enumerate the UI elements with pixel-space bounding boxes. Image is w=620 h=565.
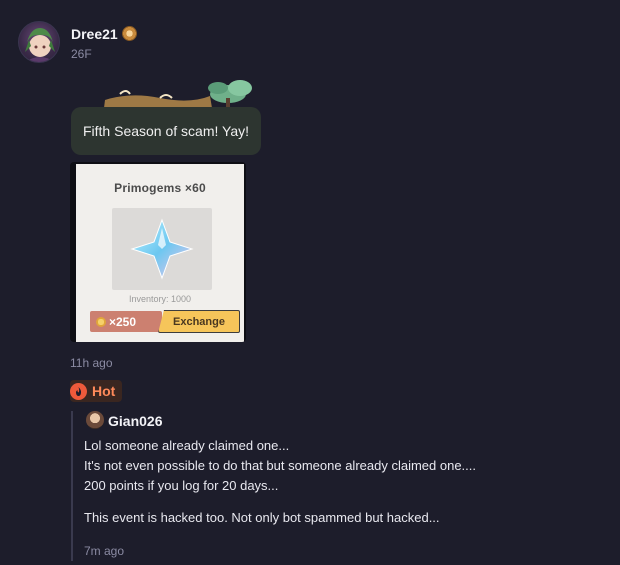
- post-username[interactable]: Dree21: [71, 26, 118, 42]
- reply-username[interactable]: Gian026: [108, 413, 162, 429]
- coin-icon: [96, 316, 106, 327]
- avatar[interactable]: [18, 21, 60, 63]
- comment-thread: Dree21 26F Fifth Season of scam! Yay! Pr…: [0, 0, 620, 565]
- level-badge-icon: [122, 26, 137, 41]
- reply-line: 200 points if you log for 20 days...: [84, 478, 279, 493]
- reply-line: It's not even possible to do that but so…: [84, 458, 476, 473]
- bubble-text: Fifth Season of scam! Yay!: [82, 123, 249, 139]
- inventory-text: Inventory: 1000: [128, 294, 192, 304]
- item-preview: [112, 208, 212, 290]
- speech-bubble: Fifth Season of scam! Yay!: [71, 107, 261, 155]
- price-text: ×250: [109, 314, 137, 329]
- hot-label: Hot: [92, 383, 116, 399]
- reply-line: Lol someone already claimed one...: [84, 438, 290, 453]
- exchange-button: Exchange: [158, 310, 240, 333]
- post-timestamp: 11h ago: [70, 356, 113, 370]
- reply-avatar[interactable]: [86, 411, 104, 429]
- attached-image[interactable]: Primogems ×60 Inventory: 1000 ×250 Excha…: [70, 162, 246, 342]
- primogem-icon: [130, 218, 194, 280]
- reply-divider: [71, 411, 73, 561]
- reply-text: Lol someone already claimed one... It's …: [84, 436, 604, 528]
- hot-badge: Hot: [70, 380, 115, 402]
- floor-number: 26F: [71, 47, 92, 61]
- flame-icon: [70, 382, 87, 400]
- reply-line: This event is hacked too. Not only bot s…: [84, 510, 440, 525]
- reply-timestamp: 7m ago: [84, 544, 125, 558]
- shop-item-card: Primogems ×60 Inventory: 1000 ×250 Excha…: [76, 164, 244, 342]
- item-title: Primogems ×60: [114, 181, 206, 195]
- price-tag: ×250: [90, 311, 162, 332]
